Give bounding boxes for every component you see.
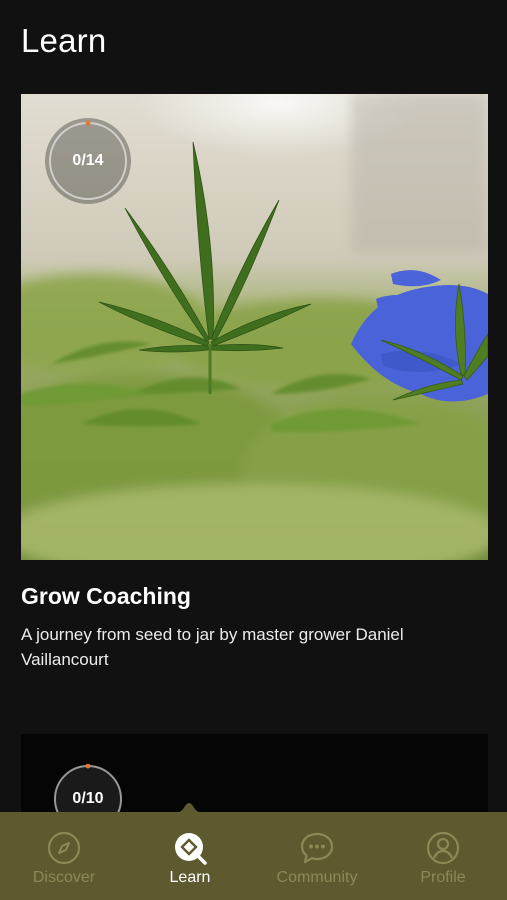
course-progress-ring: 0/14 (45, 118, 131, 204)
chat-bubble-icon (300, 832, 334, 864)
course-title[interactable]: Grow Coaching (21, 583, 191, 610)
tab-label: Profile (420, 869, 466, 886)
progress-count: 0/14 (72, 152, 104, 169)
tab-label: Community (276, 869, 358, 886)
tab-label: Discover (32, 869, 96, 886)
course-cover-image[interactable]: 0/14 (21, 94, 488, 560)
tab-profile[interactable]: Profile (380, 812, 506, 900)
tab-learn[interactable]: Learn (127, 812, 253, 900)
user-icon (426, 831, 460, 865)
course-cover-image[interactable]: 0/10 (21, 734, 488, 824)
page-title: Learn (21, 22, 107, 59)
compass-icon (47, 831, 81, 865)
tab-discover[interactable]: Discover (1, 812, 127, 900)
tab-label: Learn (169, 869, 211, 886)
tab-community[interactable]: Community (254, 812, 380, 900)
course-description: A journey from seed to jar by master gro… (21, 625, 404, 669)
learn-search-icon (175, 833, 207, 865)
bottom-navigation: Discover Learn Community Profile (0, 812, 507, 900)
